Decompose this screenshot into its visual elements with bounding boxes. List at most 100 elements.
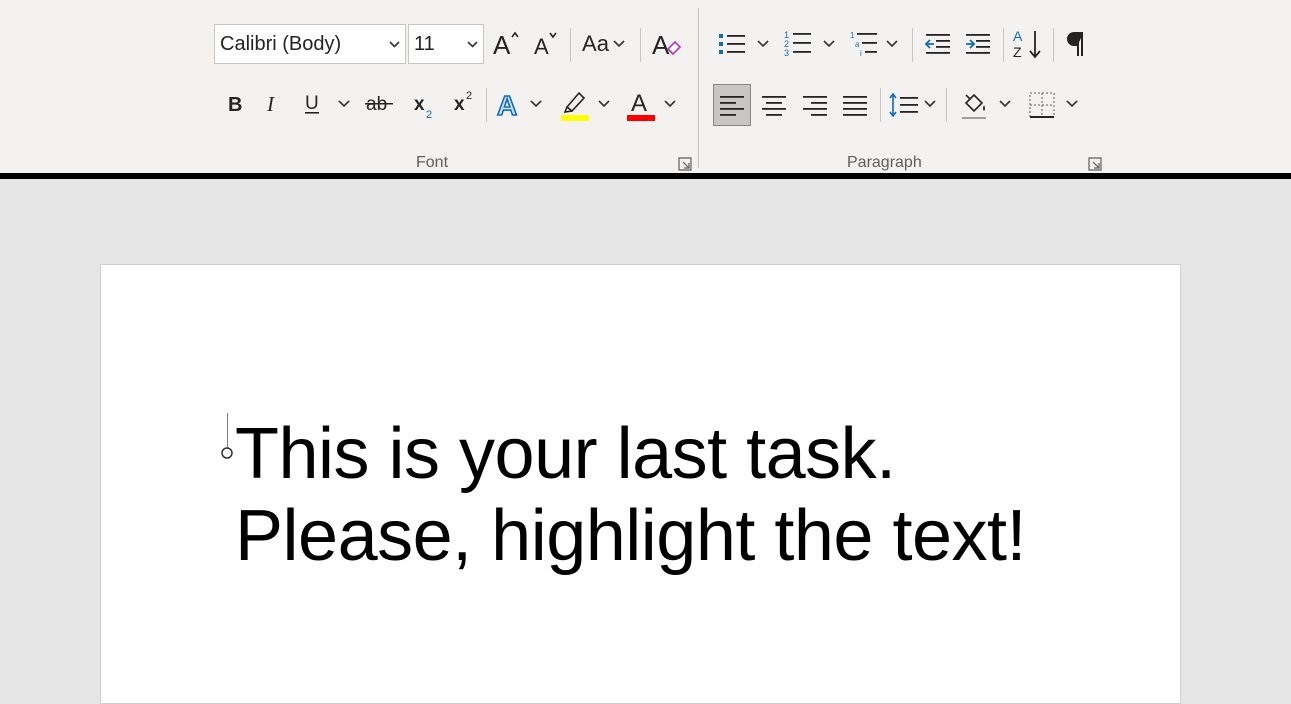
dialog-launcher-icon: [1088, 157, 1102, 171]
svg-text:Z: Z: [1013, 44, 1022, 60]
font-name-combo[interactable]: Calibri (Body): [214, 24, 406, 64]
decrease-indent-icon: [924, 34, 950, 54]
chevron-down-icon: [924, 100, 936, 108]
svg-text:2: 2: [426, 109, 432, 121]
pilcrow-icon: [1067, 32, 1083, 56]
superscript-button[interactable]: x2: [448, 86, 480, 120]
font-size-combo[interactable]: 11: [408, 24, 484, 64]
svg-text:i: i: [860, 49, 862, 58]
font-dialog-launcher[interactable]: [678, 157, 692, 171]
change-case-label: Aa: [582, 31, 609, 56]
subscript-icon: x2: [414, 94, 432, 121]
svg-text:A: A: [534, 34, 549, 59]
text-effects-button[interactable]: A: [494, 86, 526, 122]
paint-bucket-icon: [962, 93, 986, 119]
font-name-value[interactable]: Calibri (Body): [215, 33, 383, 56]
numbering-button[interactable]: 1 2 3: [780, 26, 816, 62]
underline-options-button[interactable]: [334, 92, 354, 116]
align-right-button[interactable]: [797, 84, 833, 126]
separator: [570, 28, 571, 62]
separator: [486, 88, 487, 122]
align-right-icon: [803, 96, 827, 116]
align-center-icon: [762, 96, 786, 116]
chevron-down-icon: [1066, 100, 1078, 108]
font-color-icon: A: [627, 90, 655, 121]
chevron-down-icon[interactable]: [383, 40, 405, 48]
shrink-font-button[interactable]: A: [530, 26, 562, 62]
show-hide-marks-button[interactable]: [1060, 26, 1092, 62]
grow-font-button[interactable]: A: [490, 26, 522, 62]
separator: [1003, 28, 1004, 62]
shrink-font-icon: A: [534, 32, 557, 59]
highlight-color-button[interactable]: [556, 84, 594, 124]
document-line-2[interactable]: Please, highlight the text!: [235, 495, 1135, 577]
subscript-button[interactable]: x2: [408, 88, 440, 122]
increase-indent-icon: [966, 34, 990, 54]
sort-icon: A Z: [1013, 28, 1041, 60]
italic-button[interactable]: I: [258, 88, 286, 118]
align-center-button[interactable]: [756, 84, 792, 126]
decrease-indent-button[interactable]: [920, 26, 956, 62]
highlight-color-options-button[interactable]: [595, 92, 613, 116]
numbering-options-button[interactable]: [820, 32, 838, 56]
italic-icon: I: [266, 92, 275, 115]
text-effects-options-button[interactable]: [527, 92, 545, 116]
align-left-button[interactable]: [713, 84, 751, 126]
shading-button[interactable]: [954, 84, 994, 126]
svg-text:U: U: [305, 93, 319, 114]
shading-options-button[interactable]: [996, 92, 1014, 116]
chevron-down-icon: [664, 100, 676, 108]
chevron-down-icon: [530, 100, 542, 108]
line-spacing-options-button[interactable]: [922, 92, 938, 116]
grow-font-icon: A: [493, 30, 519, 59]
document-page[interactable]: This is your last task. Please, highligh…: [100, 264, 1181, 704]
svg-text:2: 2: [466, 90, 472, 102]
strikethrough-button[interactable]: ab: [362, 88, 398, 118]
bullets-button[interactable]: [714, 26, 750, 62]
change-case-button[interactable]: Aa: [576, 26, 632, 62]
separator: [880, 88, 881, 122]
paragraph-group-label: Paragraph: [847, 154, 922, 171]
text-effects-icon: A: [496, 89, 518, 120]
multilevel-list-options-button[interactable]: [883, 32, 901, 56]
font-color-options-button[interactable]: [661, 92, 679, 116]
svg-text:x: x: [454, 94, 465, 115]
bold-button[interactable]: B: [220, 88, 248, 118]
font-group-label: Font: [416, 154, 449, 171]
document-body-text[interactable]: This is your last task. Please, highligh…: [235, 413, 1135, 577]
sort-button[interactable]: A Z: [1008, 24, 1048, 64]
group-separator: [698, 8, 699, 168]
multilevel-list-icon: 1 a i: [850, 31, 877, 58]
separator: [1053, 28, 1054, 62]
svg-text:x: x: [414, 94, 425, 115]
clear-formatting-icon: A: [652, 30, 682, 60]
justify-icon: [843, 96, 867, 116]
svg-text:A: A: [631, 90, 647, 117]
separator: [912, 28, 913, 62]
svg-text:A: A: [1013, 28, 1023, 44]
chevron-down-icon[interactable]: [461, 40, 483, 48]
ribbon-bottom-border: [0, 173, 1291, 179]
multilevel-list-button[interactable]: 1 a i: [846, 26, 882, 62]
font-size-value[interactable]: 11: [409, 33, 461, 56]
dialog-launcher-icon: [678, 157, 692, 171]
borders-button[interactable]: [1022, 84, 1062, 126]
font-color-button[interactable]: A: [622, 84, 660, 124]
underline-button[interactable]: U: [298, 88, 326, 118]
clear-formatting-button[interactable]: A: [646, 24, 686, 64]
svg-text:I: I: [266, 92, 275, 115]
line-spacing-button[interactable]: [885, 84, 923, 126]
svg-text:B: B: [228, 94, 242, 115]
separator: [640, 28, 641, 62]
svg-text:1: 1: [850, 31, 855, 40]
superscript-icon: x2: [454, 90, 472, 115]
document-line-1[interactable]: This is your last task.: [235, 413, 1135, 495]
svg-text:3: 3: [784, 48, 789, 58]
paragraph-dialog-launcher[interactable]: [1088, 157, 1102, 171]
borders-options-button[interactable]: [1063, 92, 1081, 116]
chevron-down-icon: [999, 100, 1011, 108]
increase-indent-button[interactable]: [960, 26, 996, 62]
borders-icon: [1029, 92, 1055, 118]
justify-button[interactable]: [837, 84, 873, 126]
bullets-options-button[interactable]: [754, 32, 772, 56]
